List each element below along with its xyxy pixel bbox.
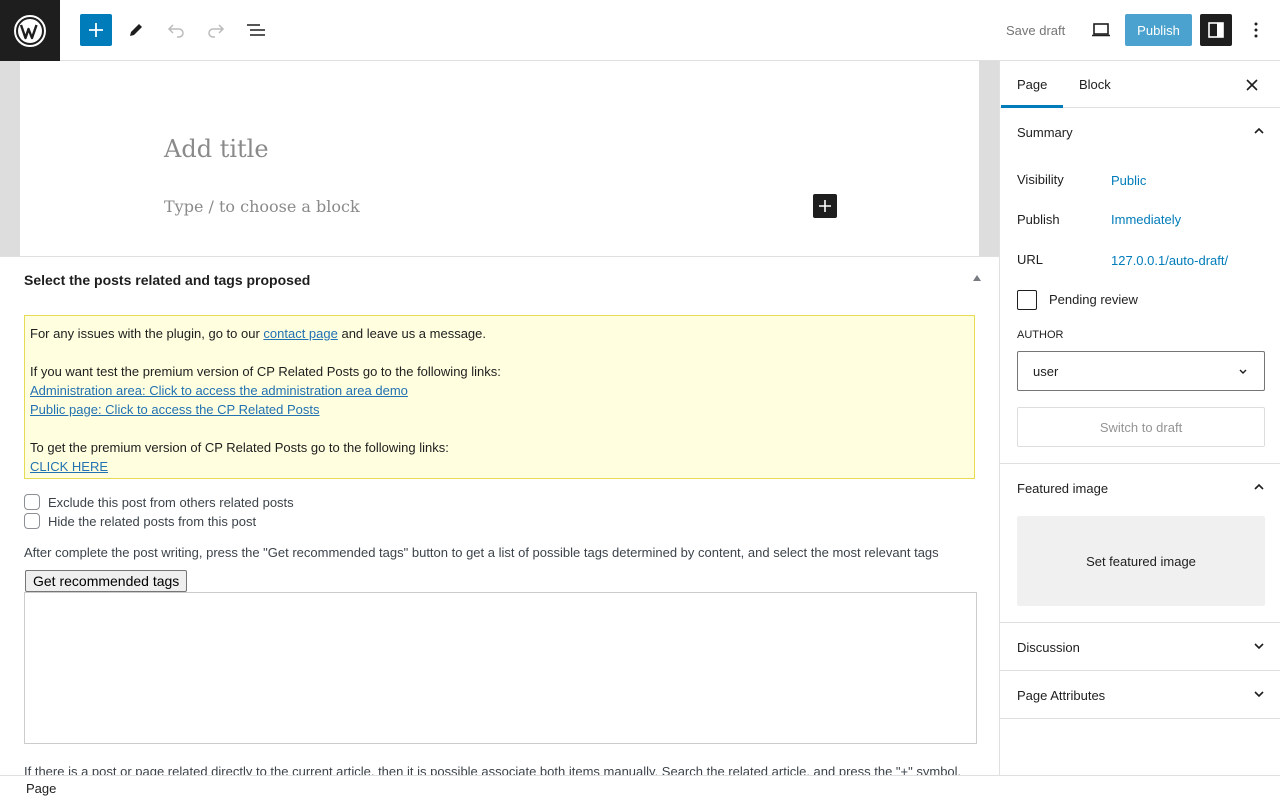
switch-to-draft-button[interactable]: Switch to draft bbox=[1017, 407, 1265, 447]
metabox-header[interactable]: Select the posts related and tags propos… bbox=[0, 257, 999, 303]
breadcrumb-page[interactable]: Page bbox=[26, 781, 56, 796]
block-appender[interactable]: Type / to choose a block bbox=[164, 197, 360, 216]
pending-review-checkbox[interactable] bbox=[1017, 290, 1037, 310]
undo-button[interactable] bbox=[160, 14, 192, 46]
plus-icon bbox=[819, 200, 831, 212]
block-breadcrumb-bar: Page bbox=[0, 775, 1280, 800]
url-value[interactable]: 127.0.0.1/auto-draft/ bbox=[1111, 253, 1228, 268]
click-here-link[interactable]: CLICK HERE bbox=[30, 459, 108, 474]
featured-image-panel-toggle[interactable]: Featured image bbox=[1000, 464, 1280, 512]
list-view-button[interactable] bbox=[240, 14, 272, 46]
notice-premium-text: If you want test the premium version of … bbox=[30, 364, 501, 379]
tools-button[interactable] bbox=[120, 14, 152, 46]
settings-sidebar: Page Block Summary Visibility Public Pub… bbox=[999, 61, 1280, 775]
contact-page-link[interactable]: contact page bbox=[263, 326, 337, 341]
chevron-down-icon bbox=[1254, 643, 1264, 650]
editor-header: Save draft Publish bbox=[0, 0, 1280, 61]
list-view-icon bbox=[247, 24, 265, 36]
canvas-frame: Add title Type / to choose a block bbox=[0, 61, 999, 256]
wordpress-logo-icon[interactable] bbox=[0, 0, 60, 61]
chevron-down-icon bbox=[1239, 369, 1247, 374]
hide-related-checkbox-row[interactable]: Hide the related posts from this post bbox=[24, 513, 256, 529]
editor-canvas[interactable]: Add title Type / to choose a block bbox=[20, 61, 979, 256]
plugin-notice: For any issues with the plugin, go to ou… bbox=[24, 315, 975, 479]
public-page-link[interactable]: Public page: Click to access the CP Rela… bbox=[30, 402, 320, 417]
add-block-button[interactable] bbox=[80, 14, 112, 46]
undo-icon bbox=[167, 24, 184, 38]
redo-button[interactable] bbox=[200, 14, 232, 46]
visibility-label: Visibility bbox=[1017, 172, 1064, 187]
discussion-panel-toggle[interactable]: Discussion bbox=[1000, 623, 1280, 671]
plus-icon bbox=[89, 23, 103, 37]
options-button[interactable] bbox=[1240, 14, 1272, 46]
preview-button[interactable] bbox=[1085, 14, 1117, 46]
publish-date-value[interactable]: Immediately bbox=[1111, 212, 1181, 227]
admin-demo-link[interactable]: Administration area: Click to access the… bbox=[30, 383, 408, 398]
publish-button[interactable]: Publish bbox=[1125, 14, 1192, 46]
pending-review-label[interactable]: Pending review bbox=[1049, 292, 1138, 307]
sidebar-icon bbox=[1208, 22, 1224, 38]
author-select[interactable]: user bbox=[1017, 351, 1265, 391]
chevron-up-icon bbox=[1254, 483, 1264, 490]
metabox-title: Select the posts related and tags propos… bbox=[24, 272, 311, 288]
exclude-post-checkbox-row[interactable]: Exclude this post from others related po… bbox=[24, 494, 294, 510]
chevron-up-icon bbox=[1254, 127, 1264, 134]
manual-association-text: If there is a post or page related direc… bbox=[24, 764, 962, 775]
close-icon bbox=[1246, 79, 1258, 91]
recommended-tags-area[interactable] bbox=[24, 592, 977, 744]
set-featured-image-button[interactable]: Set featured image bbox=[1017, 516, 1265, 606]
page-attributes-panel-toggle[interactable]: Page Attributes bbox=[1000, 671, 1280, 719]
summary-panel-toggle[interactable]: Summary bbox=[1000, 108, 1280, 156]
block-inserter-button[interactable] bbox=[813, 194, 837, 218]
author-label: AUTHOR bbox=[1017, 329, 1064, 341]
notice-get-premium-text: To get the premium version of CP Related… bbox=[30, 440, 449, 455]
tab-page[interactable]: Page bbox=[1017, 61, 1047, 108]
sidebar-tabs: Page Block bbox=[1000, 61, 1280, 108]
post-title-input[interactable]: Add title bbox=[164, 135, 269, 163]
url-label: URL bbox=[1017, 252, 1044, 267]
tab-block[interactable]: Block bbox=[1079, 61, 1111, 108]
desktop-icon bbox=[1092, 23, 1110, 37]
redo-icon bbox=[208, 24, 225, 38]
publish-label: Publish bbox=[1017, 212, 1060, 227]
hide-related-checkbox[interactable] bbox=[24, 513, 40, 529]
related-posts-metabox: Select the posts related and tags propos… bbox=[0, 256, 999, 775]
get-recommended-tags-button[interactable]: Get recommended tags bbox=[25, 570, 188, 592]
collapse-arrow-icon[interactable] bbox=[973, 275, 981, 281]
visibility-value[interactable]: Public bbox=[1111, 173, 1146, 188]
exclude-post-checkbox[interactable] bbox=[24, 494, 40, 510]
more-vertical-icon bbox=[1254, 22, 1258, 38]
editor-content: Add title Type / to choose a block Selec… bbox=[0, 61, 999, 775]
save-draft-button[interactable]: Save draft bbox=[996, 14, 1075, 46]
recommend-help-text: After complete the post writing, press t… bbox=[24, 545, 939, 560]
settings-toggle-button[interactable] bbox=[1200, 14, 1232, 46]
pencil-icon bbox=[130, 24, 142, 36]
close-sidebar-button[interactable] bbox=[1241, 74, 1263, 96]
chevron-down-icon bbox=[1254, 691, 1264, 698]
